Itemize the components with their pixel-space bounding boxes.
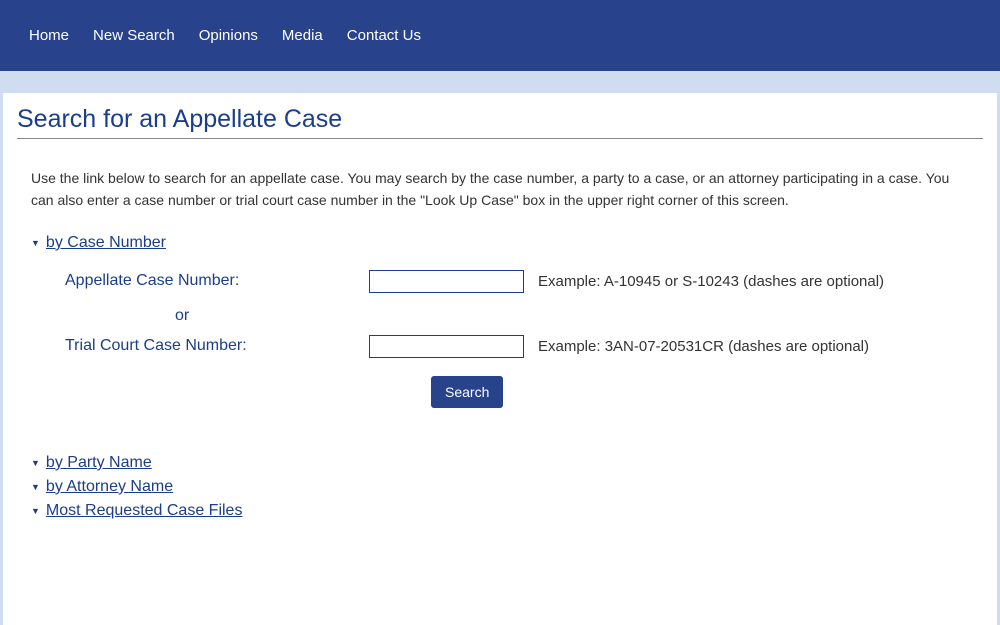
section-party-name: ▼ by Party Name	[31, 454, 983, 472]
trial-row: Trial Court Case Number: Example: 3AN-07…	[59, 335, 983, 358]
accordion-most-requested-header[interactable]: ▼ Most Requested Case Files	[31, 502, 983, 520]
nav-contact-us[interactable]: Contact Us	[335, 27, 433, 44]
main-navbar: Home New Search Opinions Media Contact U…	[0, 0, 1000, 71]
triangle-down-icon: ▼	[31, 238, 40, 248]
trial-label: Trial Court Case Number:	[59, 337, 369, 355]
accordion-attorney-name-header[interactable]: ▼ by Attorney Name	[31, 478, 983, 496]
nav-new-search[interactable]: New Search	[81, 27, 187, 44]
accordion-party-name-label: by Party Name	[46, 454, 152, 472]
trial-example: Example: 3AN-07-20531CR (dashes are opti…	[538, 338, 869, 355]
page-title: Search for an Appellate Case	[17, 105, 983, 139]
triangle-down-icon: ▼	[31, 482, 40, 492]
sub-header-band	[0, 71, 1000, 93]
other-sections: ▼ by Party Name ▼ by Attorney Name ▼ Mos…	[17, 454, 983, 520]
main-content: Search for an Appellate Case Use the lin…	[3, 93, 997, 625]
search-button-row: Search	[59, 376, 983, 408]
accordion-case-number-label: by Case Number	[46, 234, 166, 252]
triangle-down-icon: ▼	[31, 458, 40, 468]
or-label: or	[59, 307, 983, 325]
accordion-most-requested-label: Most Requested Case Files	[46, 502, 243, 520]
nav-home[interactable]: Home	[17, 27, 81, 44]
section-case-number: ▼ by Case Number Appellate Case Number: …	[31, 234, 983, 408]
intro-text: Use the link below to search for an appe…	[17, 167, 983, 212]
section-most-requested: ▼ Most Requested Case Files	[31, 502, 983, 520]
accordion-party-name-header[interactable]: ▼ by Party Name	[31, 454, 983, 472]
appellate-example: Example: A-10945 or S-10243 (dashes are …	[538, 273, 884, 290]
appellate-case-number-input[interactable]	[369, 270, 524, 293]
nav-opinions[interactable]: Opinions	[187, 27, 270, 44]
appellate-row: Appellate Case Number: Example: A-10945 …	[59, 270, 983, 293]
triangle-down-icon: ▼	[31, 506, 40, 516]
trial-court-case-number-input[interactable]	[369, 335, 524, 358]
accordion-attorney-name-label: by Attorney Name	[46, 478, 173, 496]
accordion-case-number-header[interactable]: ▼ by Case Number	[31, 234, 983, 252]
section-attorney-name: ▼ by Attorney Name	[31, 478, 983, 496]
case-number-form: Appellate Case Number: Example: A-10945 …	[59, 270, 983, 408]
search-button[interactable]: Search	[431, 376, 503, 408]
nav-media[interactable]: Media	[270, 27, 335, 44]
appellate-label: Appellate Case Number:	[59, 272, 369, 290]
